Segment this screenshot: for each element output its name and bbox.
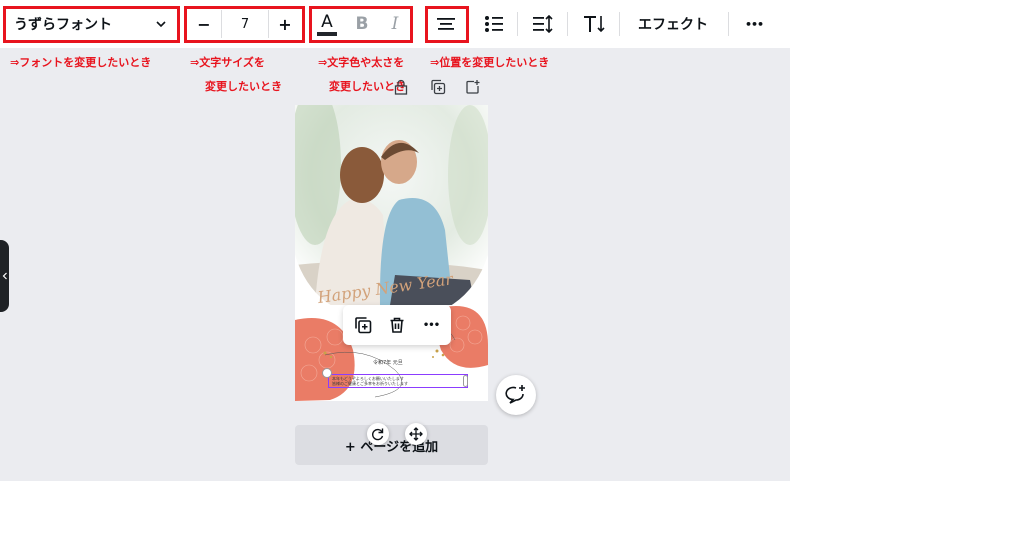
rotate-icon: [372, 428, 384, 441]
text-toolbar: うずらフォント − 7 + A B I エフェクト •••: [0, 0, 790, 48]
vertical-text-icon: [584, 16, 605, 33]
list-button[interactable]: [480, 10, 508, 38]
more-icon: •••: [744, 17, 764, 31]
effects-button[interactable]: エフェクト: [630, 10, 716, 38]
date-text[interactable]: 令和7年 元旦: [373, 359, 403, 366]
align-highlight-box: [425, 6, 469, 43]
size-highlight-box: [184, 6, 305, 43]
rotate-handle[interactable]: [367, 423, 389, 445]
separator: [728, 12, 729, 36]
duplicate-icon: [431, 79, 446, 95]
annotation-size-line2: 変更したいとき: [205, 80, 282, 93]
duplicate-icon: [355, 317, 372, 334]
move-handle[interactable]: [405, 423, 427, 445]
add-page-icon: [466, 80, 480, 94]
line-spacing-icon: [533, 15, 553, 33]
duplicate-page-button[interactable]: [429, 78, 447, 96]
annotation-font: ⇒フォントを変更したいとき: [10, 56, 152, 69]
design-page[interactable]: Happy New Year 令和7年 元旦 本年もどうぞよろしくお願いいたしま…: [295, 105, 488, 401]
separator: [619, 12, 620, 36]
lock-page-button[interactable]: [392, 78, 410, 96]
selected-message-textbox[interactable]: 本年もどうぞよろしくお願いいたします 皆様のご健康とご多幸をお祈りいたします: [328, 374, 468, 388]
lock-icon: [394, 79, 408, 95]
effects-label: エフェクト: [638, 17, 708, 33]
duplicate-element-button[interactable]: [351, 313, 375, 337]
move-icon: [409, 427, 423, 441]
message-line-2: 皆様のご健康とご多幸をお祈りいたします: [332, 381, 408, 386]
spacing-button[interactable]: [529, 10, 557, 38]
element-floating-toolbar: •••: [343, 305, 451, 345]
annotation-color-line1: ⇒文字色や太さを: [318, 56, 405, 69]
comment-add-icon: [505, 385, 525, 404]
trash-icon: [390, 317, 404, 333]
add-comment-button[interactable]: [496, 375, 536, 415]
chevron-left-icon: [2, 272, 7, 280]
element-more-button[interactable]: •••: [419, 313, 443, 337]
annotation-size-line1: ⇒文字サイズを: [190, 56, 265, 69]
more-options-button[interactable]: •••: [740, 10, 768, 38]
side-panel-toggle[interactable]: [0, 240, 9, 312]
add-page-button[interactable]: + ページを追加: [295, 425, 488, 465]
font-highlight-box: [3, 6, 180, 43]
bulleted-list-icon: [485, 16, 503, 32]
annotation-align: ⇒位置を変更したいとき: [430, 56, 550, 69]
more-icon: •••: [422, 319, 440, 331]
style-highlight-box: [309, 6, 413, 43]
add-page-icon-button[interactable]: [464, 78, 482, 96]
delete-element-button[interactable]: [385, 313, 409, 337]
resize-handle-left[interactable]: [322, 368, 332, 378]
resize-handle-right[interactable]: [463, 375, 468, 387]
card-artwork: [295, 105, 488, 401]
separator: [517, 12, 518, 36]
text-direction-button[interactable]: [579, 10, 609, 38]
separator: [567, 12, 568, 36]
